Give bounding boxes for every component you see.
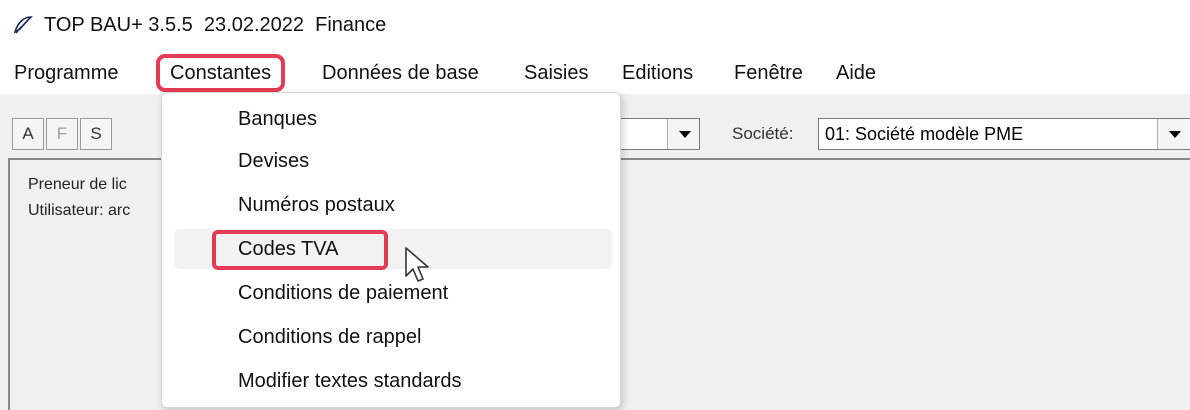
app-logo-icon [13,16,33,34]
constantes-dropdown-menu: Banques Devises Numéros postaux Codes TV… [161,92,621,408]
menu-aide[interactable]: Aide [836,58,876,88]
societe-selected-value: 01: Société modèle PME [825,124,1024,144]
menu-saisies[interactable]: Saisies [524,58,588,88]
menu-item-label: Banques [238,108,317,130]
window-title: TOP BAU+ 3.5.5 23.02.2022 Finance [44,14,387,36]
menu-programme[interactable]: Programme [14,58,118,88]
chevron-down-icon[interactable] [667,119,699,149]
toolbar-button-a[interactable]: A [12,118,44,150]
societe-select[interactable]: 01: Société modèle PME [818,118,1190,150]
societe-label: Société: [732,124,794,143]
menu-constantes[interactable]: Constantes [155,54,286,92]
menu-item-banques[interactable]: Banques [162,99,622,139]
toolbar-button-f[interactable]: F [46,118,78,150]
menu-item-devises[interactable]: Devises [162,141,622,181]
menu-item-label: Devises [238,150,310,172]
mouse-pointer-icon [405,247,429,282]
menu-fenetre[interactable]: Fenêtre [734,58,803,88]
menu-bar: Programme Constantes Données de base Sai… [0,50,1190,94]
menu-item-conditions-de-rappel[interactable]: Conditions de rappel [162,317,622,357]
licensee-text: Preneur de lic [28,176,127,193]
chevron-down-icon[interactable] [1157,119,1189,149]
menu-item-label: Conditions de rappel [238,326,422,348]
menu-editions[interactable]: Editions [622,58,693,88]
menu-item-modifier-textes-standards[interactable]: Modifier textes standards [162,361,622,401]
menu-item-conditions-de-paiement[interactable]: Conditions de paiement [162,273,622,313]
toolbar-button-s[interactable]: S [80,118,112,150]
menu-item-label: Modifier textes standards [238,370,462,392]
menu-donnees-de-base[interactable]: Données de base [322,58,479,88]
codes-tva-highlight [212,230,388,270]
title-bar: TOP BAU+ 3.5.5 23.02.2022 Finance [0,0,1190,50]
menu-item-numeros-postaux[interactable]: Numéros postaux [162,185,622,225]
menu-item-label: Numéros postaux [238,194,395,216]
user-text: Utilisateur: arc [28,202,131,219]
